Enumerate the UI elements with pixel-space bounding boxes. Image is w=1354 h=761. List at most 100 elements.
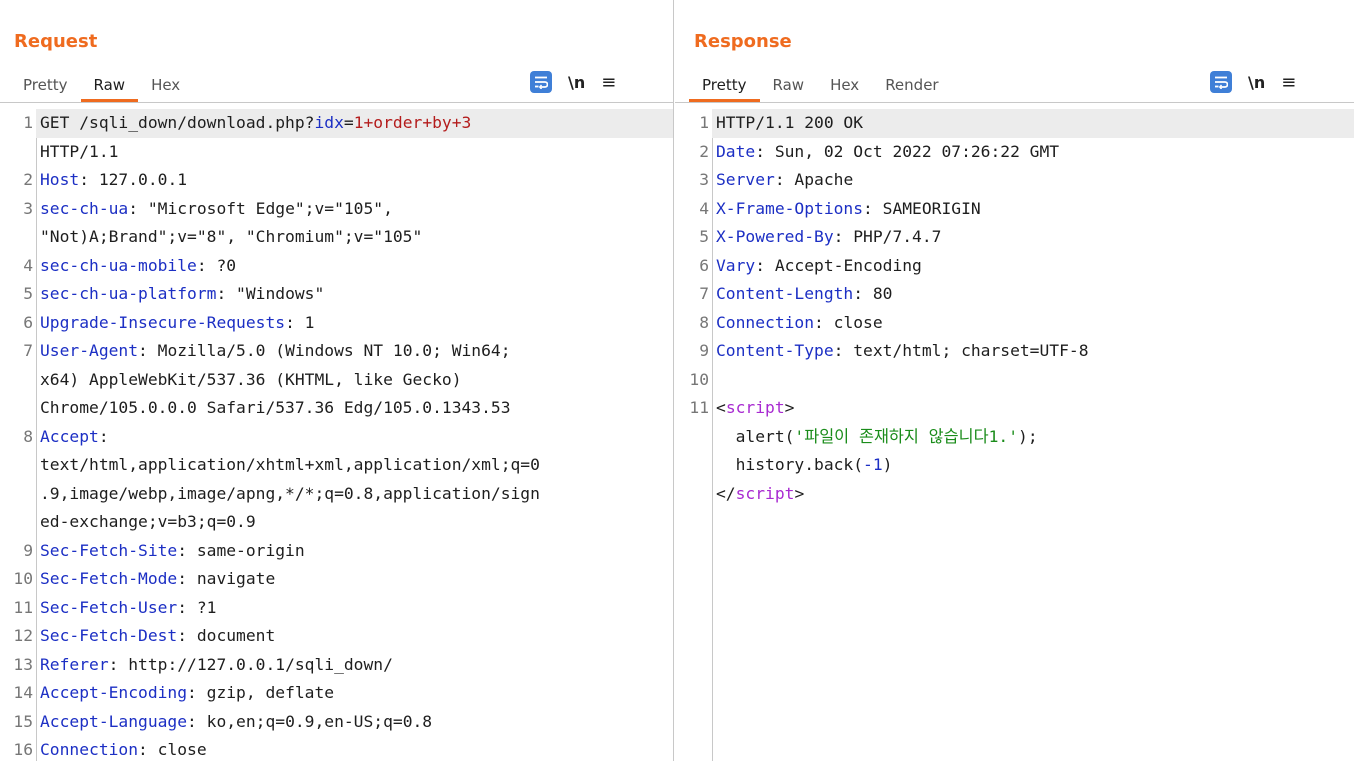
code-line: 8 Accept: (0, 423, 673, 452)
hamburger-menu-icon[interactable]: ≡ (1281, 72, 1296, 93)
line-number: 7 (23, 341, 33, 360)
code-text: Connection: close (716, 312, 883, 332)
line-number: 3 (23, 198, 33, 218)
line-number: 3 (699, 170, 709, 189)
word-wrap-icon (1215, 76, 1228, 89)
line-number (0, 138, 36, 167)
tab-raw[interactable]: Raw (760, 72, 818, 102)
line-number: 11 (689, 398, 709, 417)
line-number (675, 423, 712, 452)
code-line: 1 HTTP/1.1 200 OK (675, 109, 1354, 138)
show-newlines-button[interactable]: \n (1248, 73, 1265, 92)
code-line: text/html,application/xhtml+xml,applicat… (0, 451, 673, 480)
code-line: 10 Sec-Fetch-Mode: navigate (0, 565, 673, 594)
request-tabs: Pretty Raw Hex (10, 72, 193, 102)
response-editor[interactable]: 1 HTTP/1.1 200 OK 2 Date: Sun, 02 Oct 2022 … (675, 109, 1354, 761)
line-number: 5 (23, 284, 33, 303)
code-line: 9 Content-Type: text/html; charset=UTF-8 (675, 337, 1354, 366)
code-line: 11 Sec-Fetch-User: ?1 (0, 594, 673, 623)
response-pane: Response Pretty Raw Hex Render \n ≡ 1 HTTP/1… (675, 0, 1354, 761)
code-line: 12 Sec-Fetch-Dest: document (0, 622, 673, 651)
code-line: 2 Host: 127.0.0.1 (0, 166, 673, 195)
request-pane: Request Pretty Raw Hex \n ≡ 1 GET /sqli_dow… (0, 0, 674, 761)
line-number: 8 (699, 312, 709, 332)
code-line: 14 Accept-Encoding: gzip, deflate (0, 679, 673, 708)
divider (0, 102, 673, 103)
code-text: Sec-Fetch-User: ?1 (40, 597, 217, 617)
line-number: 1 (699, 113, 709, 132)
code-line: 3 Server: Apache (675, 166, 1354, 195)
line-number: 6 (699, 255, 709, 275)
code-line: 15 Accept-Language: ko,en;q=0.9,en-US;q=0… (0, 708, 673, 737)
request-editor[interactable]: 1 GET /sqli_down/download.php?idx=1+order… (0, 109, 673, 761)
line-number (675, 451, 712, 480)
code-text: Sec-Fetch-Dest: document (40, 626, 276, 645)
tab-hex[interactable]: Hex (138, 72, 193, 102)
response-toolbar: \n ≡ (1210, 68, 1296, 96)
code-line: HTTP/1.1 (0, 138, 673, 167)
line-number (0, 480, 36, 509)
line-number: 5 (699, 227, 709, 246)
code-text: X-Frame-Options: SAMEORIGIN (716, 198, 981, 218)
code-text: Sec-Fetch-Mode: navigate (40, 569, 276, 588)
line-number: 1 (23, 113, 33, 132)
code-text: Referer: http://127.0.0.1/sqli_down/ (40, 654, 393, 674)
tab-pretty[interactable]: Pretty (689, 72, 760, 102)
line-number (0, 508, 36, 537)
line-number: 10 (689, 369, 709, 389)
word-wrap-button[interactable] (1210, 71, 1232, 93)
code-text: Content-Type: text/html; charset=UTF-8 (716, 341, 1089, 360)
request-title: Request (14, 31, 98, 52)
code-text: Upgrade-Insecure-Requests: 1 (40, 312, 315, 332)
code-line: 2 Date: Sun, 02 Oct 2022 07:26:22 GMT (675, 138, 1354, 167)
word-wrap-button[interactable] (530, 71, 552, 93)
code-line: 16 Connection: close (0, 736, 673, 761)
code-text: Vary: Accept-Encoding (716, 255, 922, 275)
code-text: Chrome/105.0.0.0 Safari/537.36 Edg/105.0… (40, 398, 511, 417)
divider (675, 102, 1354, 103)
code-text: Accept-Language: ko,en;q=0.9,en-US;q=0.8 (40, 711, 433, 731)
code-line: 8 Connection: close (675, 309, 1354, 338)
line-number: 4 (23, 255, 33, 275)
code-text: ​ (712, 366, 1354, 395)
code-line: "Not)A;Brand";v="8", "Chromium";v="105" (0, 223, 673, 252)
code-text: X-Powered-By: PHP/7.4.7 (716, 227, 942, 246)
response-tabs: Pretty Raw Hex Render (689, 72, 952, 102)
code-text: HTTP/1.1 (40, 141, 119, 161)
line-number: 11 (13, 597, 33, 617)
code-line: alert('파일이 존재하지 않습니다1.'); (675, 423, 1354, 452)
code-text: "Not)A;Brand";v="8", "Chromium";v="105" (40, 227, 423, 246)
line-number: 6 (23, 312, 33, 332)
code-text: Sec-Fetch-Site: same-origin (40, 540, 305, 560)
tab-pretty[interactable]: Pretty (10, 72, 81, 102)
show-newlines-button[interactable]: \n (568, 73, 585, 92)
code-text: GET /sqli_down/download.php?idx=1+order+… (36, 109, 673, 138)
code-line: 4 X-Frame-Options: SAMEORIGIN (675, 195, 1354, 224)
line-number: 10 (13, 569, 33, 588)
code-text: text/html,application/xhtml+xml,applicat… (40, 455, 540, 474)
line-number: 2 (699, 141, 709, 161)
code-text: x64) AppleWebKit/537.36 (KHTML, like Gec… (40, 369, 462, 389)
code-text: Accept: (40, 426, 109, 446)
tab-raw[interactable]: Raw (80, 72, 139, 102)
code-line: Chrome/105.0.0.0 Safari/537.36 Edg/105.0… (0, 394, 673, 423)
code-line: x64) AppleWebKit/537.36 (KHTML, like Gec… (0, 366, 673, 395)
code-text: sec-ch-ua-mobile: ?0 (40, 255, 237, 275)
word-wrap-icon (535, 76, 548, 89)
code-line: 10​ (675, 366, 1354, 395)
line-number: 9 (699, 341, 709, 360)
code-line: 7 Content-Length: 80 (675, 280, 1354, 309)
code-text: Accept-Encoding: gzip, deflate (40, 683, 335, 702)
hamburger-menu-icon[interactable]: ≡ (601, 72, 616, 93)
code-text: ed-exchange;v=b3;q=0.9 (40, 512, 256, 531)
code-line: 6 Vary: Accept-Encoding (675, 252, 1354, 281)
line-number: 16 (13, 740, 33, 759)
code-line: 6 Upgrade-Insecure-Requests: 1 (0, 309, 673, 338)
code-line: 13 Referer: http://127.0.0.1/sqli_down/ (0, 651, 673, 680)
code-line: 11 <script> (675, 394, 1354, 423)
code-text: HTTP/1.1 200 OK (712, 109, 1354, 138)
code-text: Connection: close (40, 740, 207, 759)
tab-hex[interactable]: Hex (817, 72, 872, 102)
tab-render[interactable]: Render (872, 72, 951, 102)
line-number: 9 (23, 540, 33, 560)
